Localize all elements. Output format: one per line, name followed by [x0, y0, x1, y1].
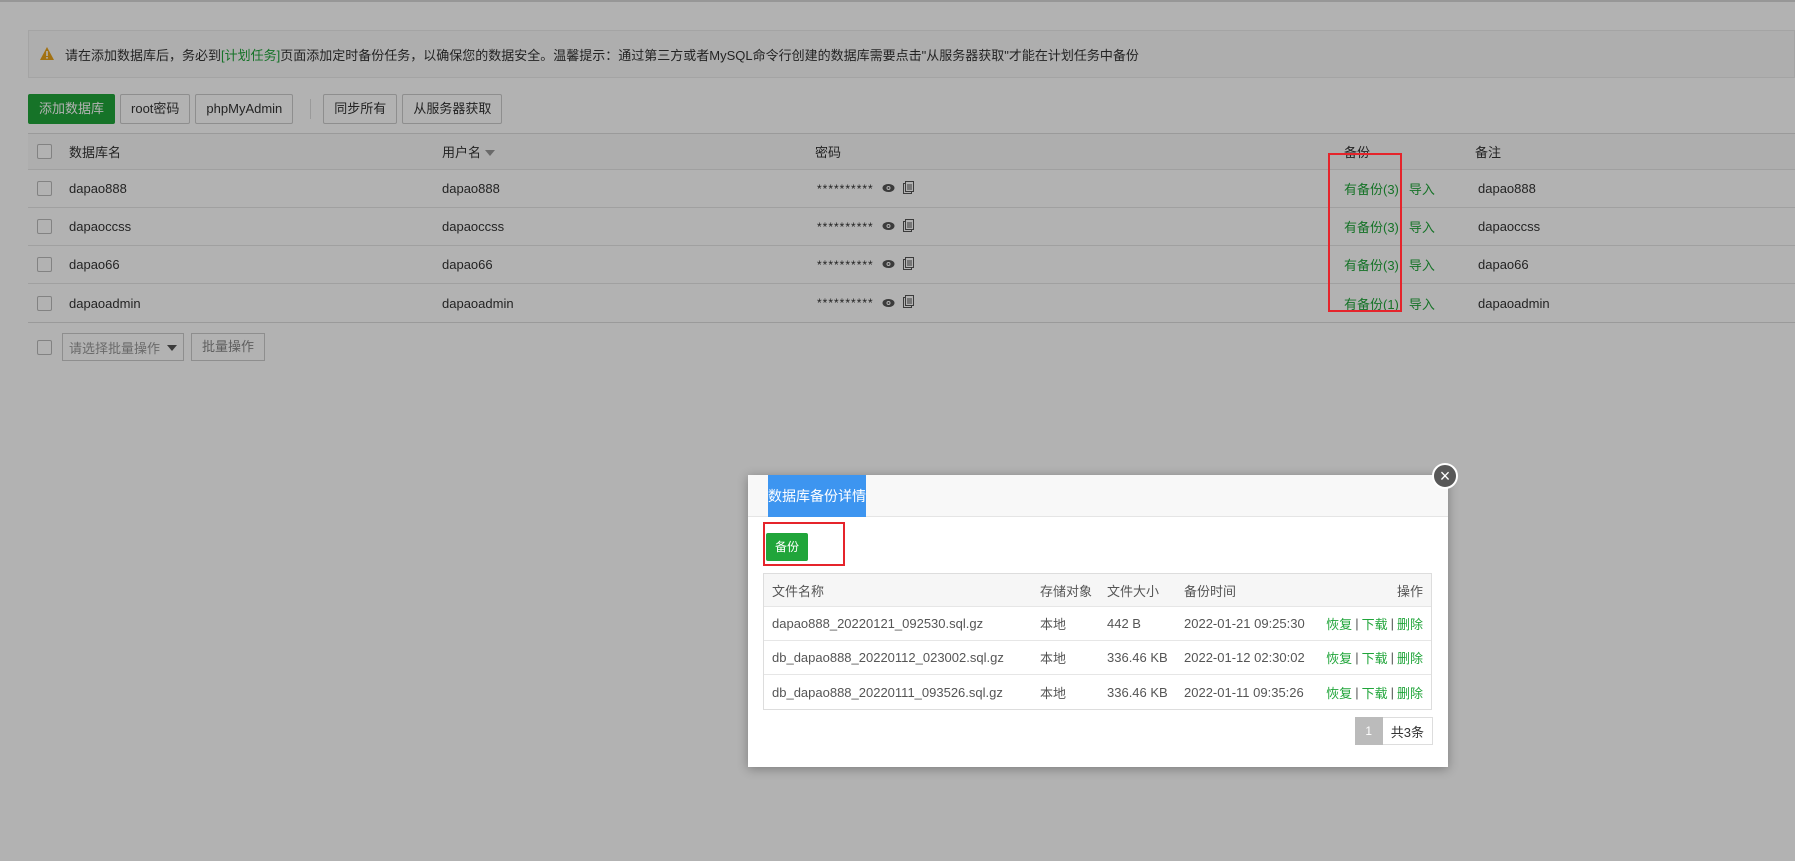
backup-operations: 恢复 | 下载 | 删除 [1326, 641, 1423, 674]
highlight-box-backup-button [763, 522, 845, 566]
pagination: 1 共3条 [1354, 717, 1433, 745]
ops-separator: | [1390, 616, 1394, 631]
backup-row: db_dapao888_20220112_023002.sql.gz 本地 336.… [764, 641, 1431, 675]
ops-separator: | [1390, 650, 1394, 665]
ops-separator: | [1390, 684, 1394, 700]
header-backup-time: 备份时间 [1184, 583, 1237, 599]
delete-link[interactable]: 删除 [1397, 683, 1423, 702]
header-operations: 操作 [1396, 583, 1423, 599]
dialog-title: 数据库备份详情 [768, 475, 866, 517]
backup-list-table: 文件名称 存储对象 文件大小 备份时间 操作 dapao888_20220121… [763, 573, 1432, 710]
backup-row: dapao888_20220121_092530.sql.gz 本地 442 B 20… [764, 607, 1431, 641]
close-icon[interactable]: × [1432, 463, 1458, 489]
backup-table-header: 文件名称 存储对象 文件大小 备份时间 操作 [764, 574, 1431, 607]
download-link[interactable]: 下载 [1362, 648, 1388, 667]
backup-file-name: dapao888_20220121_092530.sql.gz [772, 616, 984, 631]
backup-storage: 本地 [1040, 651, 1067, 666]
delete-link[interactable]: 删除 [1397, 648, 1423, 667]
restore-link[interactable]: 恢复 [1326, 683, 1352, 702]
page-current[interactable]: 1 [1354, 717, 1383, 745]
backup-file-name: db_dapao888_20220112_023002.sql.gz [772, 650, 1004, 665]
restore-link[interactable]: 恢复 [1326, 648, 1352, 667]
backup-size: 442 B [1107, 616, 1141, 631]
backup-storage: 本地 [1040, 685, 1067, 701]
restore-link[interactable]: 恢复 [1326, 614, 1352, 633]
backup-size: 336.46 KB [1107, 684, 1168, 700]
ops-separator: | [1355, 616, 1359, 631]
backup-operations: 恢复 | 下载 | 删除 [1326, 675, 1423, 709]
dialog-header: 数据库备份详情 [748, 475, 1448, 517]
ops-separator: | [1355, 684, 1359, 700]
ops-separator: | [1355, 650, 1359, 665]
backup-storage: 本地 [1040, 617, 1067, 632]
backup-size: 336.46 KB [1107, 650, 1168, 665]
download-link[interactable]: 下载 [1362, 683, 1388, 702]
backup-file-name: db_dapao888_20220111_093526.sql.gz [772, 684, 1003, 700]
delete-link[interactable]: 删除 [1397, 614, 1423, 633]
backup-row: db_dapao888_20220111_093526.sql.gz 本地 336.… [764, 675, 1431, 709]
header-storage: 存储对象 [1040, 583, 1093, 599]
backup-operations: 恢复 | 下载 | 删除 [1326, 607, 1423, 640]
page-total: 共3条 [1382, 717, 1433, 745]
backup-time: 2022-01-12 02:30:02 [1184, 650, 1305, 665]
backup-time: 2022-01-11 09:35:26 [1184, 684, 1304, 700]
backup-time: 2022-01-21 09:25:30 [1184, 616, 1305, 631]
header-file-name: 文件名称 [772, 583, 825, 599]
header-file-size: 文件大小 [1107, 583, 1160, 599]
highlight-box-backup-column [1328, 153, 1402, 312]
download-link[interactable]: 下载 [1362, 614, 1388, 633]
backup-detail-dialog: 数据库备份详情 备份 文件名称 存储对象 文件大小 备份时间 操作 dapao8… [748, 475, 1448, 767]
